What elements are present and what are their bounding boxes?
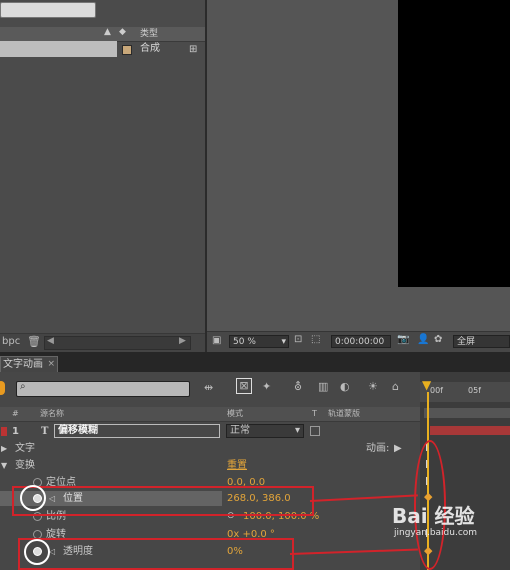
text-group-label: 文字 (15, 443, 35, 454)
tab-text-animation[interactable]: 文字动画 × (0, 356, 58, 372)
show-snapshot-icon[interactable]: 👤 (417, 334, 429, 345)
layer-row[interactable]: 1 T 偏移模糊 正常 ▾ (0, 424, 420, 439)
preserve-transparency-checkbox[interactable] (310, 426, 320, 436)
reset-transform-link[interactable]: 重置 (227, 458, 247, 473)
animate-label[interactable]: 动画: (366, 441, 389, 456)
camera-snapshot-icon[interactable]: 📷 (397, 334, 409, 345)
position-annotation-box (12, 486, 314, 516)
zoom-value: 50 % (233, 337, 256, 347)
timeline-search-input[interactable]: ⌕ (16, 381, 190, 397)
transform-property-group[interactable]: ▼ 变换 重置 (0, 458, 420, 473)
project-scrollbar[interactable]: ◀ ▶ (44, 336, 191, 350)
comp-mini-flowchart-icon[interactable]: ⇹ (204, 381, 213, 394)
expand-arrow-icon[interactable]: ▶ (1, 441, 7, 456)
number-column-header[interactable]: # (12, 407, 19, 421)
bpc-label[interactable]: bpc (2, 336, 20, 347)
project-item-row[interactable] (0, 41, 117, 57)
timeline-tab-strip (0, 352, 510, 372)
scroll-left-icon[interactable]: ◀ (47, 336, 54, 346)
motion-blur-icon[interactable]: ◐ (340, 380, 350, 393)
frame-blending-icon[interactable]: ▥ (318, 380, 328, 393)
label-color-swatch (122, 45, 132, 55)
blend-mode-dropdown[interactable]: 正常 ▾ (226, 424, 304, 438)
flowchart-icon[interactable]: ⊞ (189, 44, 197, 55)
source-name-column-header[interactable]: 源名称 (40, 407, 64, 421)
chevron-down-icon: ▾ (281, 337, 286, 347)
blend-mode-value: 正常 (230, 425, 250, 436)
playhead-icon[interactable]: ▼ (422, 378, 431, 392)
grid-icon[interactable]: ⊡ (294, 334, 302, 345)
mask-visibility-icon[interactable]: ⬚ (311, 334, 320, 345)
resolution-value: 全屏 (457, 337, 476, 347)
layer-column-header: # 源名称 模式 T 轨道蒙版 (0, 407, 420, 422)
work-area-bar[interactable] (424, 408, 510, 418)
trash-icon[interactable]: 🗑 (27, 335, 41, 348)
text-layer-icon: T (41, 426, 49, 437)
graph-editor-icon[interactable]: ⌂ (392, 380, 399, 393)
zoom-dropdown[interactable]: 50 % ▾ (229, 335, 289, 348)
project-search-input[interactable] (0, 2, 96, 18)
baidu-watermark-url: jingyan.baidu.com (394, 528, 478, 538)
layer-duration-bar[interactable] (430, 426, 510, 435)
type-column-header[interactable]: 类型 (140, 27, 158, 41)
t-column-header[interactable]: T (312, 407, 317, 421)
opacity-stopwatch-highlight (24, 539, 50, 565)
search-icon: ⌕ (20, 381, 26, 392)
ruler-start-label: 00f (430, 386, 443, 395)
track-matte-column-header[interactable]: 轨道蒙版 (328, 407, 360, 421)
sort-arrow-icon[interactable]: ▲ (104, 27, 111, 37)
ruler-tick-label: 05f (468, 386, 481, 395)
time-ruler[interactable]: 00f 05f (420, 382, 510, 402)
label-tag-icon[interactable]: ◆ (119, 27, 126, 37)
mode-column-header[interactable]: 模式 (227, 407, 243, 421)
scroll-right-icon[interactable]: ▶ (179, 336, 186, 346)
text-property-group[interactable]: ▶ 文字 动画: ▶ (0, 441, 420, 456)
position-stopwatch-highlight (20, 485, 46, 511)
always-preview-icon[interactable]: ▣ (212, 335, 221, 346)
label-color-icon[interactable] (1, 427, 7, 436)
composition-canvas[interactable] (398, 0, 510, 287)
live-update-icon[interactable]: ⊠ (236, 378, 252, 394)
viewer-toolbar: ▣ 50 % ▾ ⊡ ⬚ 0:00:00:00 📷 👤 ✿ 全屏 (207, 331, 510, 352)
project-panel: ▲ ◆ 类型 合成 ⊞ bpc 🗑 ◀ ▶ (0, 0, 205, 352)
opacity-annotation-box (18, 538, 294, 570)
project-column-header: ▲ ◆ 类型 (0, 27, 205, 42)
close-tab-icon[interactable]: × (47, 357, 55, 372)
animate-menu-icon[interactable]: ▶ (394, 441, 402, 456)
hide-shy-layers-icon[interactable]: ⛢ (294, 380, 302, 393)
project-item-type: 合成 (140, 43, 160, 54)
chevron-down-icon: ▾ (294, 425, 300, 436)
layer-index: 1 (12, 426, 19, 437)
transform-group-label: 变换 (15, 460, 35, 471)
playhead-handle-icon[interactable] (0, 381, 5, 395)
color-channels-icon[interactable]: ✿ (434, 334, 442, 345)
baidu-watermark-logo: Bai 经验 (392, 504, 475, 528)
timecode-display[interactable]: 0:00:00:00 (331, 335, 391, 348)
resolution-dropdown[interactable]: 全屏 (453, 335, 510, 348)
draft-3d-icon[interactable]: ✦ (262, 380, 271, 393)
collapse-arrow-icon[interactable]: ▼ (1, 458, 7, 473)
tab-label: 文字动画 (3, 359, 43, 370)
layer-name-field[interactable]: 偏移模糊 (54, 424, 220, 438)
brainstorm-icon[interactable]: ☀ (368, 380, 378, 393)
